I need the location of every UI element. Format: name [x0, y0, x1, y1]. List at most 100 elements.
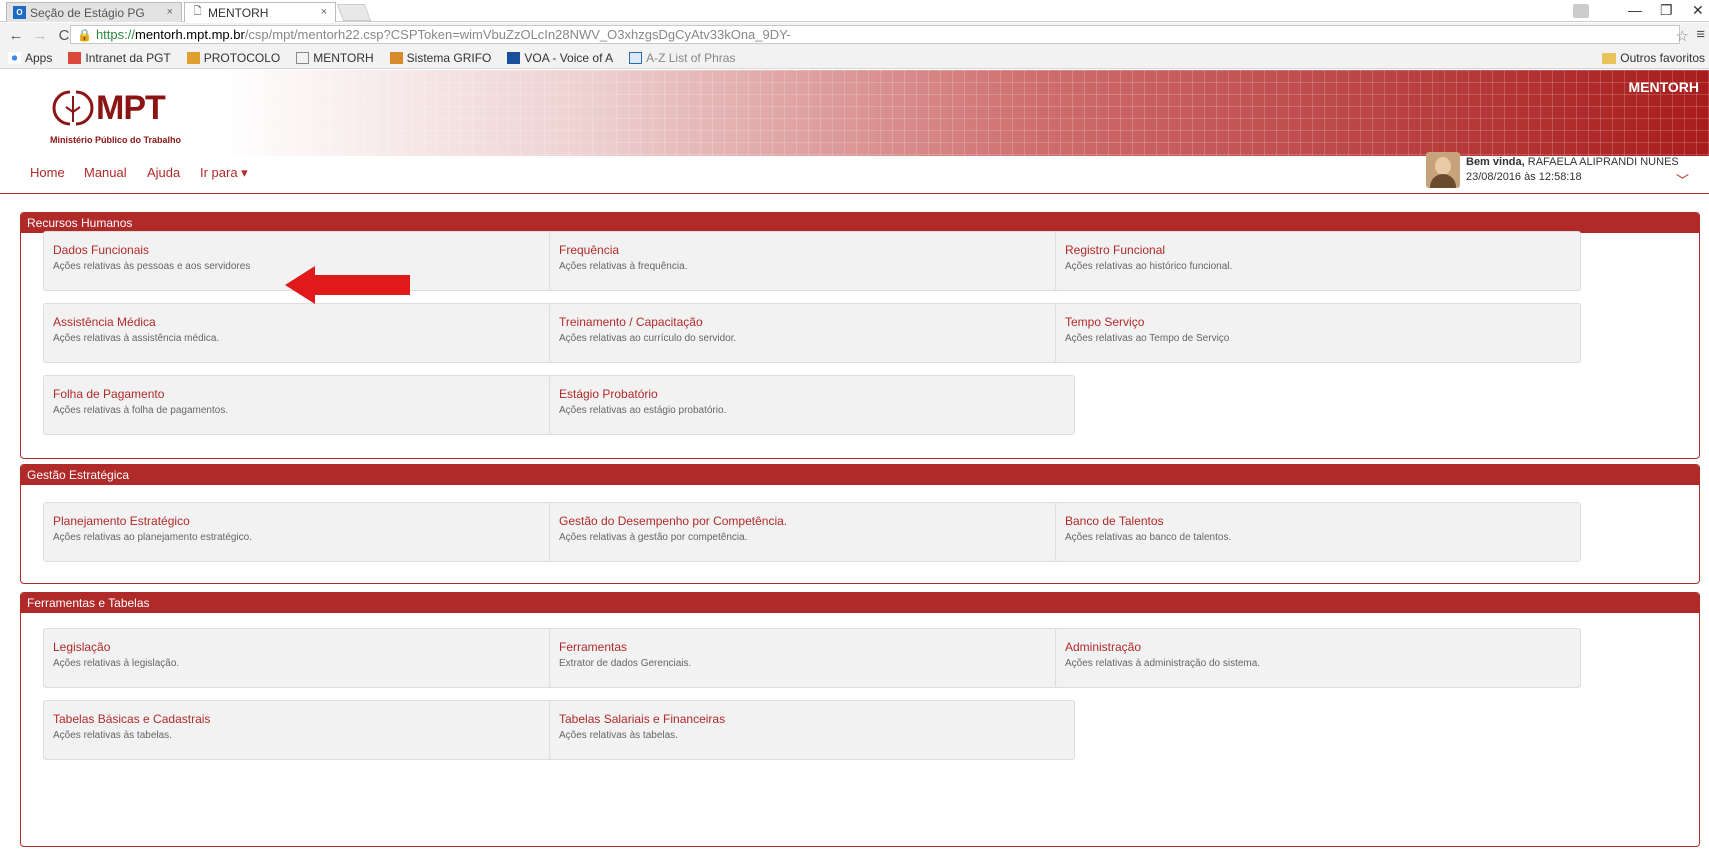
user-name: RAFAELA ALIPRANDI NUNES — [1527, 156, 1679, 168]
header-banner: MPT Ministério Público do Trabalho MENTO… — [0, 70, 1709, 160]
login-datetime: 23/08/2016 às 12:58:18 — [1466, 171, 1582, 183]
address-bar[interactable]: 🔒 https:// mentorh.mpt.mp.br /csp/mpt/me… — [70, 25, 1680, 44]
bookmark-mentorh[interactable]: MENTORH — [296, 51, 374, 65]
browser-tab-1[interactable]: O Seção de Estágio PG × — [6, 2, 182, 22]
card-banco-talentos[interactable]: Banco de Talentos Ações relativas ao ban… — [1055, 502, 1581, 562]
back-icon[interactable]: ← — [8, 27, 24, 44]
section-header: Recursos Humanos — [21, 213, 1699, 233]
card-title: Tabelas Básicas e Cadastrais — [53, 712, 211, 726]
card-desc: Ações relativas ao estágio probatório. — [559, 405, 727, 416]
bookmarks-bar: Apps Intranet da PGT PROTOCOLO MENTORH S… — [0, 47, 1709, 69]
card-title: Gestão do Desempenho por Competência. — [559, 514, 788, 528]
section-recursos-humanos: Recursos Humanos Dados Funcionais Ações … — [20, 212, 1700, 459]
bookmark-label: Apps — [25, 50, 53, 65]
url-scheme: https:// — [95, 27, 135, 42]
card-title: Assistência Médica — [53, 315, 156, 329]
card-title: Ferramentas — [559, 640, 628, 654]
browser-tabstrip: O Seção de Estágio PG × 🗋 MENTORH × — ❐ … — [0, 0, 1709, 22]
mpt-emblem-icon — [52, 90, 94, 126]
minimize-icon[interactable]: — — [1628, 2, 1642, 18]
card-desc: Ações relativas à legislação. — [53, 658, 180, 669]
card-tempo-servico[interactable]: Tempo Serviço Ações relativas ao Tempo d… — [1055, 303, 1581, 363]
card-title: Dados Funcionais — [53, 243, 150, 257]
card-title: Tabelas Salariais e Financeiras — [559, 712, 726, 726]
section-gestao-estrategica: Gestão Estratégica Planejamento Estratég… — [20, 464, 1700, 584]
card-desc: Ações relativas ao Tempo de Serviço — [1065, 333, 1230, 344]
card-title: Frequência — [559, 243, 620, 257]
bookmark-voa[interactable]: VOA - Voice of A — [507, 51, 613, 65]
bookmark-label: Intranet da PGT — [85, 50, 171, 65]
outlook-icon: O — [13, 6, 26, 19]
new-tab-button[interactable] — [336, 4, 372, 21]
mpt-logo[interactable]: MPT — [52, 88, 166, 128]
card-title: Administração — [1065, 640, 1142, 654]
card-title: Folha de Pagamento — [53, 387, 165, 401]
chevron-down-icon[interactable]: ﹀ — [1676, 170, 1689, 189]
bookmark-intranet[interactable]: Intranet da PGT — [68, 50, 171, 65]
card-gestao-desempenho[interactable]: Gestão do Desempenho por Competência. Aç… — [549, 502, 1075, 562]
card-desc: Extrator de dados Gerenciais. — [559, 658, 692, 669]
apps-icon — [8, 51, 21, 64]
grifo-icon — [389, 51, 403, 64]
card-desc: Ações relativas à assistência médica. — [53, 333, 220, 344]
annotation-arrow-icon — [285, 266, 410, 304]
bookmark-az[interactable]: A-Z List of Phras — [629, 51, 735, 65]
card-registro-funcional[interactable]: Registro Funcional Ações relativas ao hi… — [1055, 231, 1581, 291]
close-icon[interactable]: × — [321, 6, 327, 18]
profile-icon[interactable] — [1573, 4, 1589, 18]
close-window-icon[interactable]: ✕ — [1692, 2, 1704, 19]
card-desc: Ações relativas ao banco de talentos. — [1065, 532, 1232, 543]
card-title: Planejamento Estratégico — [53, 514, 190, 528]
user-info[interactable]: Bem vinda, RAFAELA ALIPRANDI NUNES 23/08… — [1426, 152, 1679, 188]
logo-subtitle: Ministério Público do Trabalho — [50, 135, 182, 145]
other-bookmarks[interactable]: Outros favoritos — [1602, 51, 1705, 65]
avatar — [1426, 152, 1460, 188]
card-planejamento-estrategico[interactable]: Planejamento Estratégico Ações relativas… — [43, 502, 569, 562]
card-legislacao[interactable]: Legislação Ações relativas à legislação. — [43, 628, 569, 688]
card-title: Treinamento / Capacitação — [559, 315, 703, 329]
card-desc: Ações relativas ao histórico funcional. — [1065, 261, 1233, 272]
card-title: Estágio Probatório — [559, 387, 658, 401]
nav-goto-dropdown[interactable]: Ir para ▾ — [200, 165, 248, 181]
card-desc: Ações relativas ao planejamento estratég… — [53, 532, 253, 543]
card-tabelas-basicas[interactable]: Tabelas Básicas e Cadastrais Ações relat… — [43, 700, 569, 760]
bookmark-apps[interactable]: Apps — [8, 51, 52, 65]
le-icon — [629, 51, 643, 64]
banner-pattern — [220, 70, 1709, 156]
logo-text: MPT — [96, 88, 166, 127]
bookmark-label: Sistema GRIFO — [406, 50, 492, 65]
folder-icon — [1602, 52, 1617, 64]
card-desc: Ações relativas à gestão por competência… — [559, 532, 748, 543]
bookmark-star-icon[interactable]: ☆ — [1676, 27, 1689, 45]
menu-icon[interactable]: ≡ — [1696, 26, 1705, 43]
nav-home[interactable]: Home — [30, 165, 65, 180]
section-header: Ferramentas e Tabelas — [21, 593, 1699, 613]
page-icon: 🗋 — [193, 6, 202, 17]
maximize-icon[interactable]: ❐ — [1660, 2, 1673, 19]
card-folha-pagamento[interactable]: Folha de Pagamento Ações relativas à fol… — [43, 375, 569, 435]
app-name: MENTORH — [1628, 79, 1699, 95]
browser-tab-2[interactable]: 🗋 MENTORH × — [184, 2, 336, 22]
card-administracao[interactable]: Administração Ações relativas à administ… — [1055, 628, 1581, 688]
card-frequencia[interactable]: Frequência Ações relativas à frequência. — [549, 231, 1075, 291]
card-treinamento[interactable]: Treinamento / Capacitação Ações relativa… — [549, 303, 1075, 363]
card-estagio-probatorio[interactable]: Estágio Probatório Ações relativas ao es… — [549, 375, 1075, 435]
card-tabelas-salariais[interactable]: Tabelas Salariais e Financeiras Ações re… — [549, 700, 1075, 760]
section-ferramentas-tabelas: Ferramentas e Tabelas Legislação Ações r… — [20, 592, 1700, 847]
nav-help[interactable]: Ajuda — [147, 165, 180, 180]
tab-title: Seção de Estágio PG — [30, 5, 145, 20]
greeting: Bem vinda, — [1466, 156, 1525, 168]
card-assistencia-medica[interactable]: Assistência Médica Ações relativas à ass… — [43, 303, 569, 363]
bookmark-grifo[interactable]: Sistema GRIFO — [389, 50, 492, 65]
close-icon[interactable]: × — [167, 6, 173, 18]
url-host: mentorh.mpt.mp.br — [134, 27, 245, 42]
bookmark-protocolo[interactable]: PROTOCOLO — [186, 51, 280, 65]
forward-icon[interactable]: → — [32, 27, 48, 44]
lock-icon: 🔒 — [77, 27, 92, 42]
url-path: /csp/mpt/mentorh22.csp?CSPToken=wimVbuZz… — [244, 27, 791, 42]
card-desc: Ações relativas às tabelas. — [53, 730, 172, 741]
card-ferramentas[interactable]: Ferramentas Extrator de dados Gerenciais… — [549, 628, 1075, 688]
card-title: Legislação — [53, 640, 111, 654]
card-desc: Ações relativas à administração do siste… — [1065, 658, 1261, 669]
nav-manual[interactable]: Manual — [84, 165, 127, 180]
